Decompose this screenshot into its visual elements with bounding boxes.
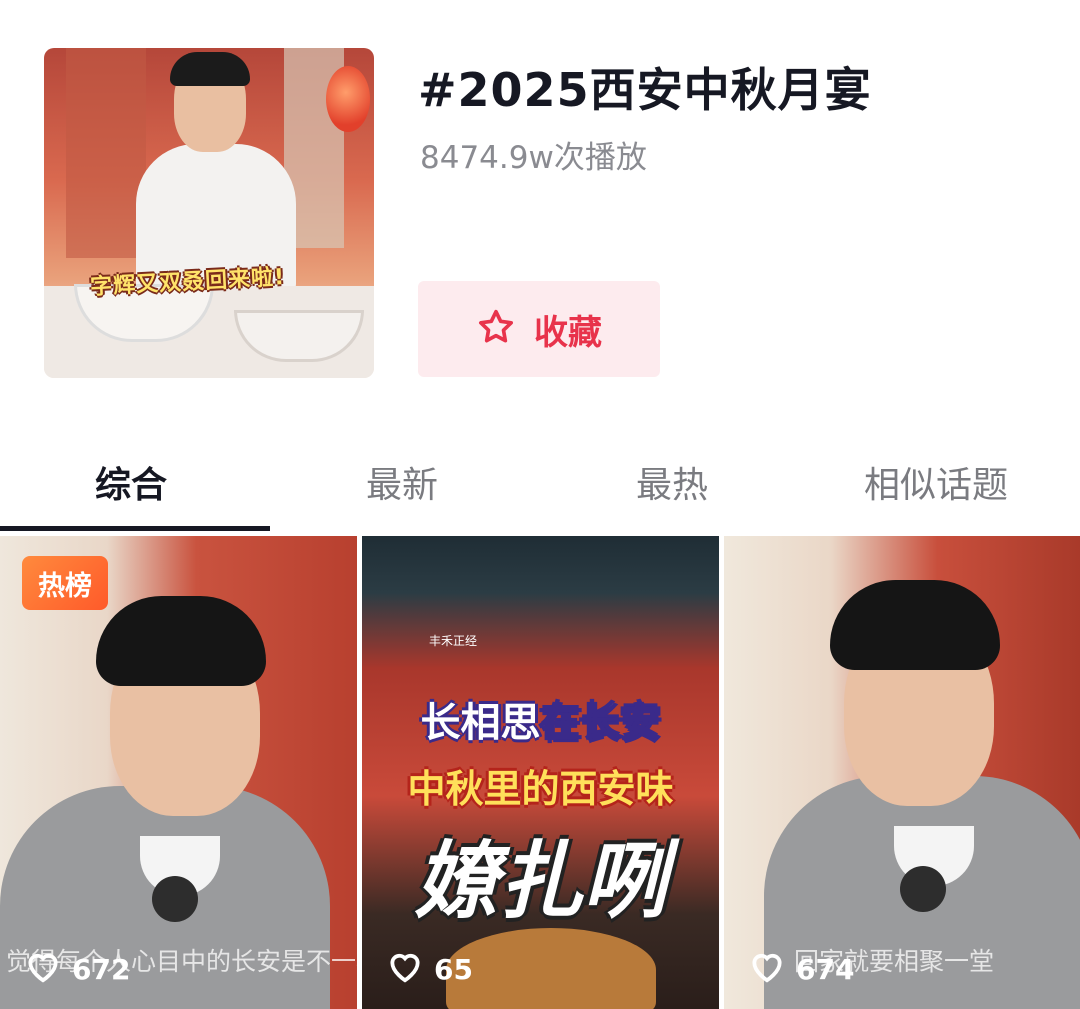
overlay-title-line-1: 长相思在长安 <box>362 690 719 748</box>
person-hair <box>96 596 266 686</box>
play-count: 8474.9w次播放 <box>420 140 647 176</box>
tab-latest[interactable]: 最新 <box>366 456 438 508</box>
overlay-title-line-2: 中秋里的西安味 <box>407 767 674 811</box>
microphone-icon <box>152 876 198 922</box>
video-card[interactable]: 回家就要相聚一堂 674 <box>724 536 1080 1009</box>
overlay-text-highlight: 在长安 <box>540 700 661 746</box>
hot-list-badge: 热榜 <box>22 556 108 610</box>
video-grid: 热榜 觉得每个人心目中的长安是不一样 672 丰禾正经 长相思在长安 中秋里的西… <box>0 536 1080 1009</box>
like-count: 674 <box>748 948 854 991</box>
star-outline-icon <box>476 307 516 351</box>
topic-title: #2025西安中秋月宴 <box>418 63 872 117</box>
overlay-title-line-3: 嫽扎咧 <box>414 832 667 930</box>
cover-wall-panel <box>66 48 146 258</box>
tab-similar-topics[interactable]: 相似话题 <box>864 456 1008 508</box>
video-card[interactable]: 丰禾正经 长相思在长安 中秋里的西安味 嫽扎咧 65 <box>362 536 719 1009</box>
tab-bar: 综合 最新 最热 相似话题 <box>0 440 1080 532</box>
topic-cover-image[interactable]: 字辉又双叒回来啦! <box>44 48 374 378</box>
tab-comprehensive[interactable]: 综合 <box>95 456 167 508</box>
tab-hottest[interactable]: 最热 <box>636 456 708 508</box>
heart-icon <box>748 948 786 991</box>
food-dish <box>446 928 656 1009</box>
like-count-value: 674 <box>796 953 855 986</box>
cover-person-hair <box>170 52 250 86</box>
lantern-decoration <box>326 66 370 132</box>
like-count-value: 672 <box>72 953 131 986</box>
microphone-icon <box>900 866 946 912</box>
person-hair <box>830 580 1000 670</box>
overlay-text: 长相思 <box>420 700 541 746</box>
favorite-button[interactable]: 收藏 <box>418 281 660 377</box>
like-count-value: 65 <box>434 953 473 986</box>
like-count: 672 <box>24 948 130 991</box>
heart-icon <box>24 948 62 991</box>
favorite-label: 收藏 <box>534 312 602 353</box>
active-tab-indicator <box>0 526 270 531</box>
brand-logo: 丰禾正经 <box>428 634 477 648</box>
video-card[interactable]: 热榜 觉得每个人心目中的长安是不一样 672 <box>0 536 357 1009</box>
like-count: 65 <box>386 948 473 991</box>
heart-icon <box>386 948 424 991</box>
